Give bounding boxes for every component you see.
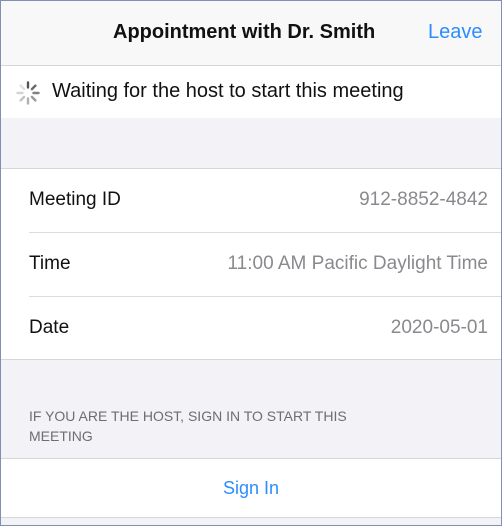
time-label: Time xyxy=(29,253,71,274)
loading-spinner-icon xyxy=(16,81,40,105)
sign-in-button[interactable]: Sign In xyxy=(1,458,501,518)
meeting-id-row: Meeting ID 912-8852-4842 xyxy=(1,169,501,232)
meeting-info-group: Meeting ID 912-8852-4842 Time 11:00 AM P… xyxy=(1,168,501,360)
page-title: Appointment with Dr. Smith xyxy=(113,21,376,43)
time-value: 11:00 AM Pacific Daylight Time xyxy=(227,253,488,274)
meeting-id-value: 912-8852-4842 xyxy=(359,189,488,210)
meeting-id-label: Meeting ID xyxy=(29,189,121,210)
meeting-screen: Appointment with Dr. Smith Leave Waiting… xyxy=(0,0,502,526)
date-row: Date 2020-05-01 xyxy=(1,297,501,360)
waiting-status-text: Waiting for the host to start this meeti… xyxy=(52,80,404,102)
date-value: 2020-05-01 xyxy=(390,317,488,338)
date-label: Date xyxy=(29,317,70,338)
time-row: Time 11:00 AM Pacific Daylight Time xyxy=(1,233,501,296)
navigation-bar: Appointment with Dr. Smith Leave xyxy=(1,1,501,66)
leave-button[interactable]: Leave xyxy=(428,21,483,44)
sign-in-label: Sign In xyxy=(222,478,280,498)
waiting-banner: Waiting for the host to start this meeti… xyxy=(1,66,501,118)
host-sign-in-note: IF YOU ARE THE HOST, SIGN IN TO START TH… xyxy=(29,408,347,444)
